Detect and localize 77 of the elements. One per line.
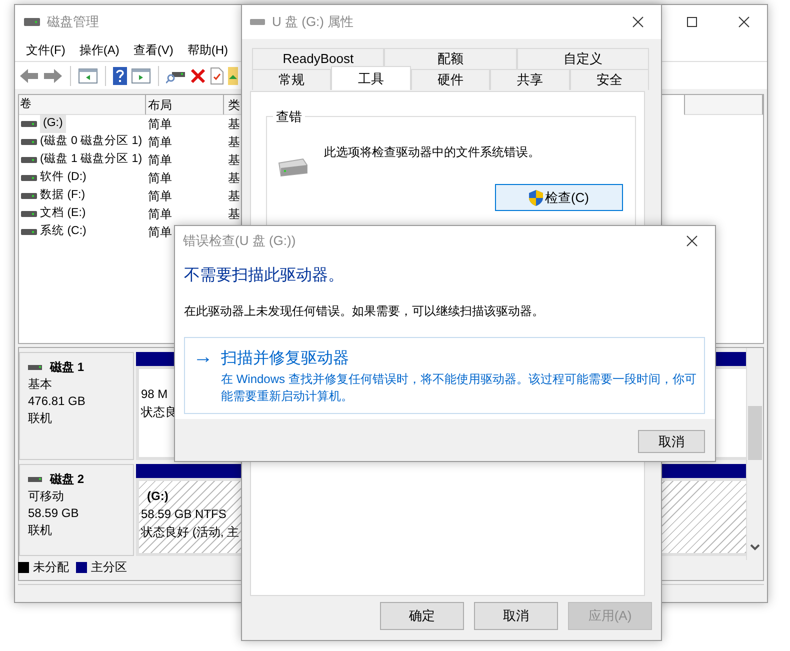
drive-icon xyxy=(23,15,41,29)
volume-name[interactable]: (磁盘 1 磁盘分区 1) xyxy=(40,151,142,169)
legend-label: 未分配 xyxy=(33,559,69,576)
disk-status: 联机 xyxy=(28,410,53,427)
help-icon[interactable] xyxy=(113,66,127,84)
message-text: 在此驱动器上未发现任何错误。如果需要，可以继续扫描该驱动器。 xyxy=(184,303,545,320)
column-header[interactable]: 卷 xyxy=(19,95,146,115)
disk-name: 磁盘 1 xyxy=(50,359,84,376)
volume-name[interactable]: (G:) xyxy=(40,115,66,133)
tab[interactable]: 安全 xyxy=(570,69,650,90)
table-cell: 基 xyxy=(228,153,240,167)
table-cell: 基 xyxy=(228,117,240,131)
window-title: 错误检查(U 盘 (G:)) xyxy=(183,232,296,250)
disk-status: 联机 xyxy=(28,522,53,539)
maximize-icon xyxy=(687,17,697,27)
table-cell: 简单 xyxy=(148,117,172,131)
action-pane-icon[interactable] xyxy=(131,68,151,84)
table-cell: 基 xyxy=(228,135,240,149)
tab[interactable]: 自定义 xyxy=(516,48,649,69)
scrollbar-thumb[interactable] xyxy=(748,406,762,460)
partition-info: 状态良好 (活动, 主 xyxy=(141,524,239,541)
drive-icon xyxy=(250,17,266,27)
cancel-button[interactable]: 取消 xyxy=(638,430,705,453)
partition-label: (G:) xyxy=(146,488,170,505)
properties-icon[interactable] xyxy=(210,66,224,84)
tab[interactable]: 共享 xyxy=(490,69,570,90)
menu-item[interactable]: 查看(V) xyxy=(126,39,180,61)
check-button[interactable]: 检查(C) xyxy=(495,184,623,211)
table-cell: 简单 xyxy=(148,207,172,221)
close-icon xyxy=(632,16,644,28)
volume-name[interactable]: 文档 (E:) xyxy=(40,205,86,223)
console-tree-icon[interactable] xyxy=(78,68,98,84)
description-text: 此选项将检查驱动器中的文件系统错误。 xyxy=(324,144,540,161)
dialog-button[interactable]: 确定 xyxy=(380,602,464,630)
back-arrow-icon[interactable] xyxy=(19,68,39,84)
tab[interactable]: 配额 xyxy=(384,48,517,69)
table-cell: 基 xyxy=(228,171,240,185)
tab[interactable]: 常规 xyxy=(252,69,332,90)
table-cell: 基 xyxy=(228,189,240,203)
table-cell: 简单 xyxy=(148,225,172,239)
tab[interactable]: 硬件 xyxy=(410,69,490,90)
disk-type: 基本 xyxy=(28,376,53,393)
window-title: 磁盘管理 xyxy=(47,13,99,32)
volume-name[interactable]: 软件 (D:) xyxy=(40,169,86,187)
menu-item[interactable]: 帮助(H) xyxy=(180,39,235,61)
disk-size: 58.59 GB xyxy=(28,505,80,522)
shield-icon xyxy=(528,190,543,206)
dialog-heading: 不需要扫描此驱动器。 xyxy=(184,266,345,286)
close-icon xyxy=(686,235,698,247)
column-header[interactable]: 布局 xyxy=(146,95,224,115)
disk-type: 可移动 xyxy=(28,488,65,505)
partition-info: 58.59 GB NTFS xyxy=(141,506,226,523)
delete-icon[interactable] xyxy=(190,68,206,84)
disk-name: 磁盘 2 xyxy=(50,471,84,488)
legend-label: 主分区 xyxy=(91,559,127,576)
menu-item[interactable]: 文件(F) xyxy=(19,39,72,61)
disk-size: 476.81 GB xyxy=(28,393,86,410)
dialog-button[interactable]: 取消 xyxy=(474,602,558,630)
window-title: U 盘 (G:) 属性 xyxy=(272,13,354,32)
table-cell: 简单 xyxy=(148,171,172,185)
forward-arrow-icon[interactable] xyxy=(43,68,63,84)
close-icon xyxy=(738,16,750,28)
volume-name[interactable]: 系统 (C:) xyxy=(40,223,86,241)
table-cell: 简单 xyxy=(148,135,172,149)
table-cell: 简单 xyxy=(148,153,172,167)
tab[interactable]: ReadyBoost xyxy=(252,48,384,69)
table-cell: 基 xyxy=(228,207,240,221)
folder-up-icon[interactable] xyxy=(228,66,238,84)
scrollbar[interactable] xyxy=(746,348,763,560)
table-cell: 简单 xyxy=(148,189,172,203)
scroll-down-icon[interactable] xyxy=(750,544,760,552)
volume-name[interactable]: 数据 (F:) xyxy=(40,187,86,205)
partition-info: 98 M xyxy=(141,386,168,403)
scan-and-repair-link[interactable]: → 扫描并修复驱动器 在 Windows 查找并修复任何错误时，将不能使用驱动器。该过程可能需要一段时间，你可能需要重新启动计算机。 xyxy=(184,337,705,414)
menu-item[interactable]: 操作(A) xyxy=(72,39,126,61)
tab[interactable]: 工具 xyxy=(331,66,411,90)
volume-name[interactable]: (磁盘 0 磁盘分区 1) xyxy=(40,133,142,151)
